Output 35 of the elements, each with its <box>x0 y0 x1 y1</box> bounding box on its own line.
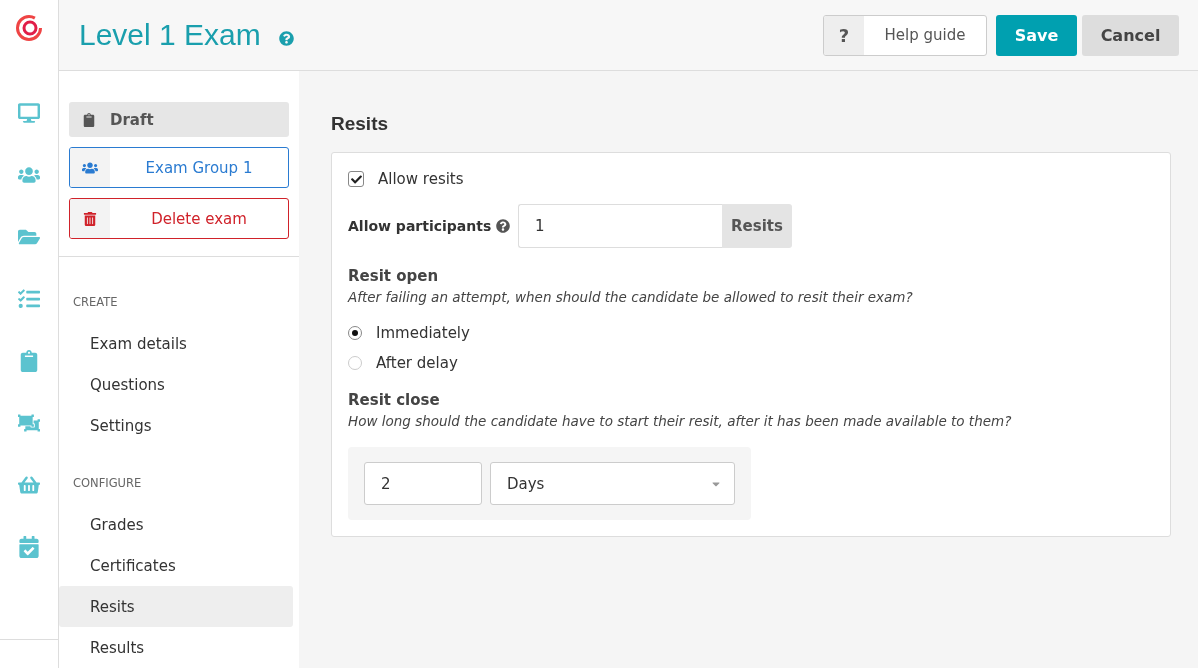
unit-dropdown[interactable]: Days <box>490 462 735 505</box>
calendar-check-icon[interactable] <box>16 534 42 560</box>
radio-label: Immediately <box>376 324 470 342</box>
section-heading: CREATE <box>72 294 119 311</box>
status-label: Draft <box>110 110 154 129</box>
section-title: Resits <box>331 113 390 135</box>
section-heading: CONFIGURE <box>72 475 143 492</box>
exam-group-button[interactable]: Exam Group 1 <box>69 147 289 188</box>
nav-item[interactable]: Questions <box>59 364 293 405</box>
subsection-heading: Resit open <box>348 267 440 285</box>
monitor-icon[interactable] <box>16 100 42 126</box>
field-label: Allow participants <box>348 218 492 234</box>
nav-item[interactable]: Exam details <box>59 323 293 364</box>
help-guide-button[interactable]: ? Help guide <box>823 14 987 56</box>
unit-addon: Resits <box>722 204 792 248</box>
delete-exam-button[interactable]: Delete exam <box>69 198 289 239</box>
help-icon[interactable] <box>496 219 511 233</box>
clipboard-icon <box>82 112 96 127</box>
radio-label: After delay <box>376 354 458 372</box>
amount-field[interactable]: 2 <box>364 462 482 505</box>
subsection-heading: Resit close <box>348 391 441 409</box>
description-text: How long should the candidate have to start their resit, after it has been made available to them? <box>348 413 1013 429</box>
page-title: Level 1 Exam <box>79 18 261 52</box>
logo-icon[interactable] <box>15 14 43 42</box>
resits-count-field[interactable]: 1 <box>518 204 722 248</box>
nav-item[interactable]: Resits <box>59 586 293 627</box>
nav-item[interactable]: Grades <box>59 504 293 545</box>
trash-icon <box>83 211 97 226</box>
nav-item[interactable]: Certificates <box>59 545 293 586</box>
description-text: After failing an attempt, when should the candidate be allowed to resit their exam? <box>348 289 914 305</box>
cancel-button[interactable]: Cancel <box>1082 14 1179 56</box>
checkbox[interactable] <box>348 171 364 187</box>
checkbox-label: Allow resits <box>378 170 464 188</box>
nav-item[interactable]: Results <box>59 627 293 668</box>
nav-item[interactable]: Settings <box>59 405 293 446</box>
